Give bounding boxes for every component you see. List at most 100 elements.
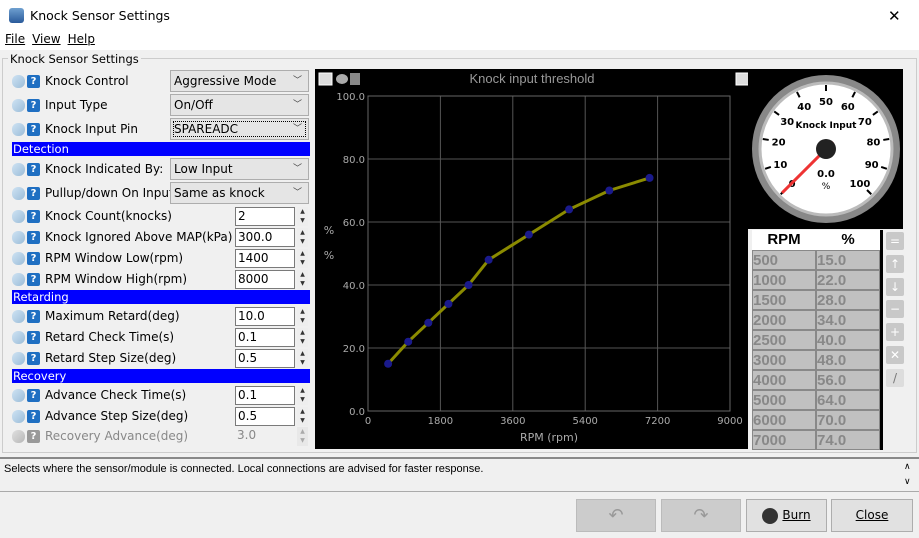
table-row[interactable]: 5000 64.0 bbox=[752, 390, 883, 410]
help-icon[interactable]: ? bbox=[27, 251, 40, 265]
edit-icon[interactable] bbox=[12, 122, 25, 136]
close-button[interactable]: Close bbox=[831, 499, 913, 532]
edit-icon[interactable] bbox=[12, 251, 25, 265]
menu-help[interactable]: Help bbox=[68, 32, 95, 46]
knock-threshold-chart[interactable]: Knock input threshold 0 1800 3600 5400 7200 90… bbox=[315, 69, 750, 449]
percent-cell[interactable]: 74.0 bbox=[816, 430, 880, 450]
minus-icon[interactable]: − bbox=[886, 300, 904, 318]
rpm-high-input[interactable]: 8000 bbox=[235, 269, 295, 289]
help-icon[interactable]: ? bbox=[27, 409, 40, 423]
edit-icon[interactable] bbox=[12, 409, 25, 423]
chart-menu-button[interactable] bbox=[318, 72, 333, 86]
chart-options-button[interactable] bbox=[735, 72, 750, 86]
spinner[interactable]: ▲ ▼ bbox=[297, 306, 308, 326]
rpm-low-input[interactable]: 1400 bbox=[235, 248, 295, 268]
arrow-down-icon[interactable]: ↓ bbox=[886, 278, 904, 296]
help-icon[interactable]: ? bbox=[27, 98, 40, 112]
edit-icon[interactable] bbox=[12, 272, 25, 286]
ignored-map-input[interactable]: 300.0 bbox=[235, 227, 295, 247]
help-icon[interactable]: ? bbox=[27, 351, 40, 365]
rpm-cell[interactable]: 2000 bbox=[752, 310, 816, 330]
help-icon[interactable]: ? bbox=[27, 209, 40, 223]
rpm-cell[interactable]: 1000 bbox=[752, 270, 816, 290]
threshold-table[interactable]: RPM% 500 15.0 1000 22.0 1500 28.0 2000 34.0 2500… bbox=[752, 230, 883, 450]
percent-cell[interactable]: 15.0 bbox=[816, 250, 880, 270]
help-icon[interactable]: ? bbox=[27, 230, 40, 244]
table-row[interactable]: 6000 70.0 bbox=[752, 410, 883, 430]
edit-icon[interactable] bbox=[12, 230, 25, 244]
edit-icon[interactable] bbox=[12, 429, 25, 443]
advance-check-input[interactable]: 0.1 bbox=[235, 385, 295, 405]
help-icon[interactable]: ? bbox=[27, 429, 40, 443]
data-point[interactable] bbox=[524, 230, 533, 239]
edit-icon[interactable] bbox=[12, 309, 25, 323]
burn-button[interactable]: Burn bbox=[746, 499, 827, 532]
spinner[interactable]: ▲ ▼ bbox=[297, 348, 308, 368]
close-window-button[interactable]: ✕ bbox=[888, 7, 901, 25]
spinner[interactable]: ▲ ▼ bbox=[297, 385, 308, 405]
retard-check-input[interactable]: 0.1 bbox=[235, 327, 295, 347]
pencil-icon[interactable]: / bbox=[886, 369, 904, 387]
percent-cell[interactable]: 70.0 bbox=[816, 410, 880, 430]
retard-step-input[interactable]: 0.5 bbox=[235, 348, 295, 368]
table-row[interactable]: 500 15.0 bbox=[752, 250, 883, 270]
max-retard-input[interactable]: 10.0 bbox=[235, 306, 295, 326]
rpm-cell[interactable]: 5000 bbox=[752, 390, 816, 410]
rpm-cell[interactable]: 2500 bbox=[752, 330, 816, 350]
table-row[interactable]: 2500 40.0 bbox=[752, 330, 883, 350]
rpm-cell[interactable]: 1500 bbox=[752, 290, 816, 310]
menu-file[interactable]: File bbox=[5, 32, 25, 46]
knock-count-input[interactable]: 2 bbox=[235, 206, 295, 226]
table-row[interactable]: 1500 28.0 bbox=[752, 290, 883, 310]
edit-icon[interactable] bbox=[12, 186, 25, 200]
data-point[interactable] bbox=[645, 173, 654, 182]
rpm-cell[interactable]: 6000 bbox=[752, 410, 816, 430]
help-icon[interactable]: ? bbox=[27, 330, 40, 344]
chart-help-icon[interactable] bbox=[350, 73, 360, 85]
rpm-cell[interactable]: 7000 bbox=[752, 430, 816, 450]
advance-step-input[interactable]: 0.5 bbox=[235, 406, 295, 426]
pullup-dropdown[interactable]: Same as knock ﹀ bbox=[170, 182, 309, 204]
table-row[interactable]: 1000 22.0 bbox=[752, 270, 883, 290]
rpm-cell[interactable]: 500 bbox=[752, 250, 816, 270]
data-point[interactable] bbox=[384, 359, 393, 368]
help-icon[interactable]: ? bbox=[27, 162, 40, 176]
redo-button[interactable]: ↷ bbox=[661, 499, 741, 532]
rpm-cell[interactable]: 4000 bbox=[752, 370, 816, 390]
percent-cell[interactable]: 40.0 bbox=[816, 330, 880, 350]
table-row[interactable]: 4000 56.0 bbox=[752, 370, 883, 390]
chart-edit-icon[interactable] bbox=[336, 74, 348, 84]
percent-cell[interactable]: 34.0 bbox=[816, 310, 880, 330]
edit-icon[interactable] bbox=[12, 209, 25, 223]
data-point[interactable] bbox=[484, 255, 493, 264]
clear-icon[interactable]: ✕ bbox=[886, 346, 904, 364]
edit-icon[interactable] bbox=[12, 330, 25, 344]
spinner[interactable]: ▲ ▼ bbox=[297, 327, 308, 347]
edit-icon[interactable] bbox=[12, 162, 25, 176]
scroll-down-icon[interactable]: ∨ bbox=[904, 477, 911, 487]
edit-icon[interactable] bbox=[12, 98, 25, 112]
scroll-up-icon[interactable]: ∧ bbox=[904, 462, 911, 472]
data-point[interactable] bbox=[404, 337, 413, 346]
data-point[interactable] bbox=[464, 281, 473, 289]
spinner[interactable]: ▲ ▼ bbox=[297, 227, 308, 247]
table-row[interactable]: 2000 34.0 bbox=[752, 310, 883, 330]
help-icon[interactable]: ? bbox=[27, 122, 40, 136]
percent-cell[interactable]: 28.0 bbox=[816, 290, 880, 310]
spinner[interactable]: ▲ ▼ bbox=[297, 269, 308, 289]
rpm-cell[interactable]: 3000 bbox=[752, 350, 816, 370]
percent-cell[interactable]: 56.0 bbox=[816, 370, 880, 390]
help-icon[interactable]: ? bbox=[27, 186, 40, 200]
edit-icon[interactable] bbox=[12, 74, 25, 88]
edit-icon[interactable] bbox=[12, 388, 25, 402]
help-icon[interactable]: ? bbox=[27, 74, 40, 88]
help-icon[interactable]: ? bbox=[27, 272, 40, 286]
data-point[interactable] bbox=[605, 186, 614, 195]
edit-icon[interactable] bbox=[12, 351, 25, 365]
knock-control-dropdown[interactable]: Aggressive Mode ﹀ bbox=[170, 70, 309, 92]
percent-cell[interactable]: 64.0 bbox=[816, 390, 880, 410]
data-point[interactable] bbox=[424, 318, 433, 327]
knock-input-pin-dropdown[interactable]: SPAREADC ﹀ bbox=[170, 118, 309, 140]
menu-view[interactable]: View bbox=[32, 32, 60, 46]
knock-indicated-dropdown[interactable]: Low Input ﹀ bbox=[170, 158, 309, 180]
